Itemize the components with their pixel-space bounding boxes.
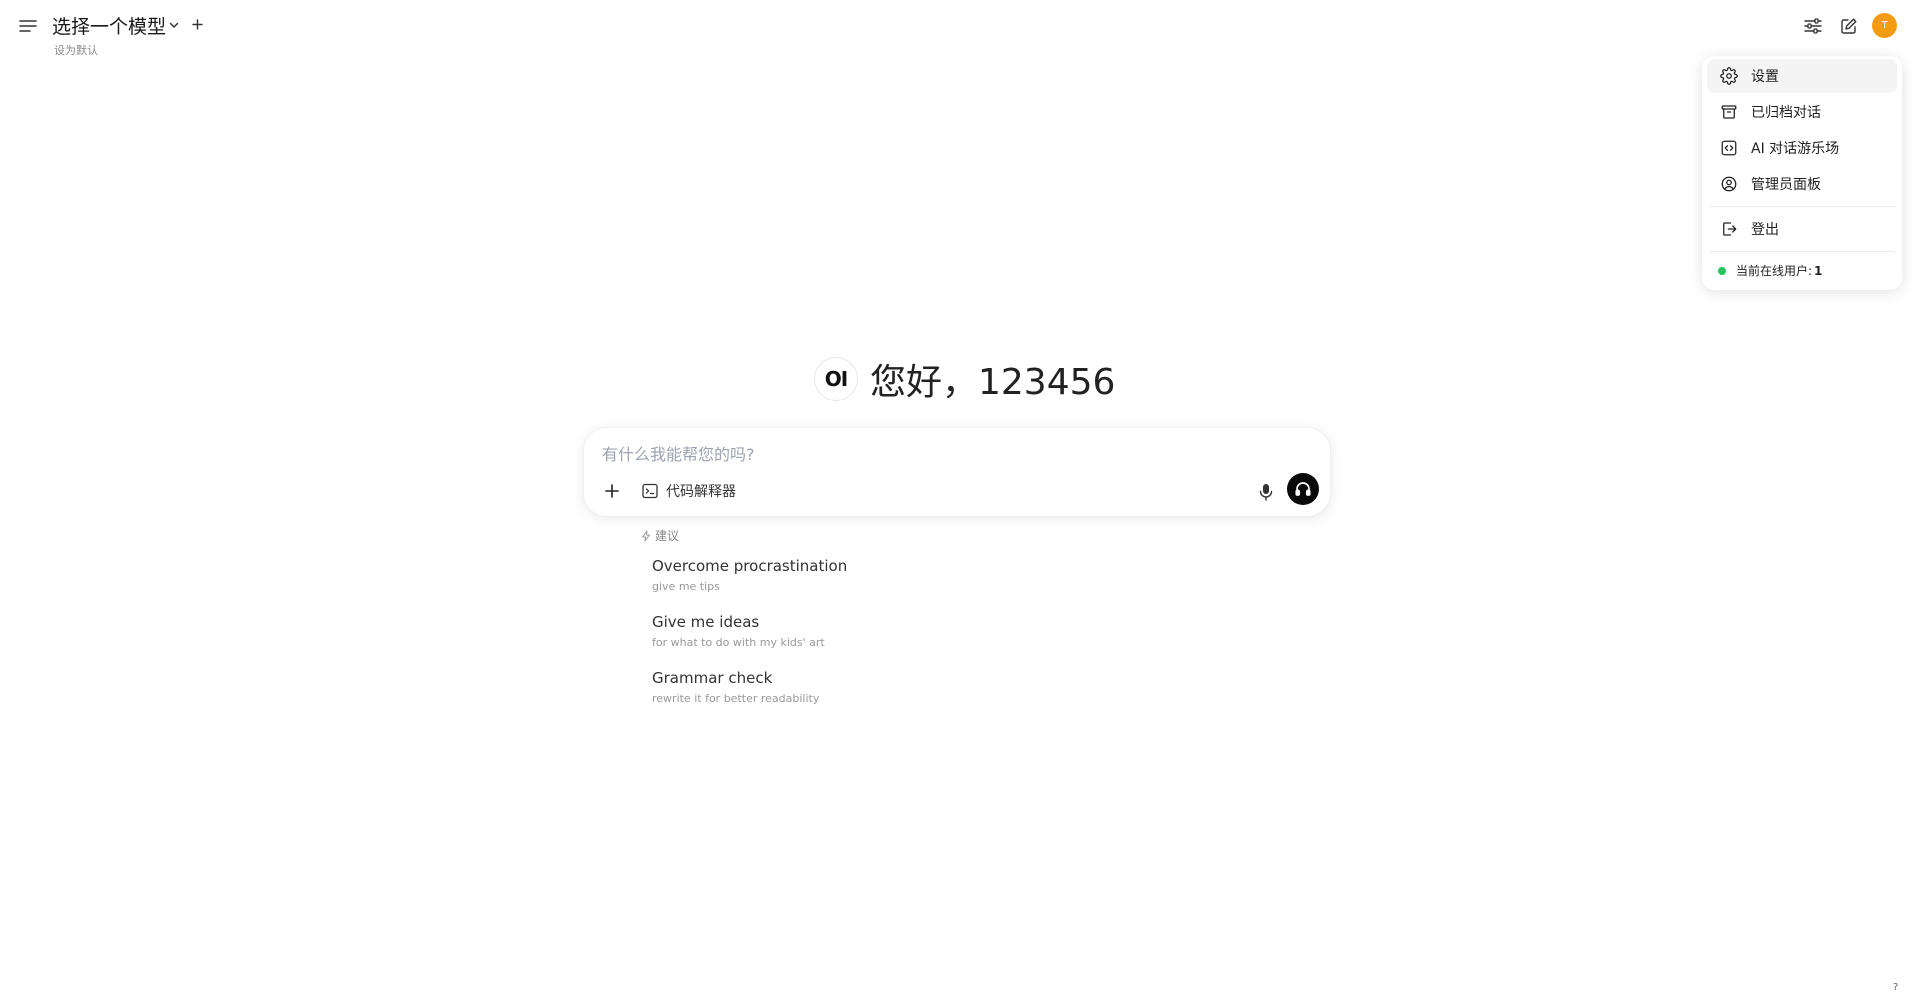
suggestion-title: Grammar check <box>652 669 773 687</box>
model-selector[interactable]: 选择一个模型 <box>52 12 166 39</box>
logout-icon <box>1719 219 1739 239</box>
add-model-button[interactable] <box>189 16 205 32</box>
suggestions-label: 建议 <box>655 529 680 543</box>
sliders-icon <box>1804 18 1822 34</box>
archive-icon <box>1719 102 1739 122</box>
chevron-down-icon[interactable] <box>166 17 182 33</box>
online-status-dot <box>1718 266 1726 275</box>
suggestion-subtitle: for what to do with my kids' art <box>652 636 825 649</box>
headphones-icon <box>1294 480 1312 498</box>
microphone-icon <box>1259 483 1273 501</box>
greeting: OI 您好，123456 <box>814 353 1115 405</box>
terminal-icon <box>642 483 658 499</box>
menu-item-archived-chats[interactable]: 已归档对话 <box>1707 95 1897 129</box>
suggestion-item[interactable]: Grammar check rewrite it for better read… <box>652 669 819 705</box>
chat-input[interactable] <box>600 440 1264 468</box>
suggestion-title: Overcome procrastination <box>652 557 848 575</box>
voice-input-button[interactable] <box>1254 480 1278 504</box>
suggestion-item[interactable]: Give me ideas for what to do with my kid… <box>652 613 825 649</box>
user-menu: 设置 已归档对话 AI 对话游乐场 管理员面板 登出 当前在线用户: 1 <box>1702 56 1902 290</box>
attach-button[interactable] <box>600 479 624 503</box>
controls-button[interactable] <box>1800 13 1826 39</box>
code-interpreter-label: 代码解释器 <box>666 484 736 500</box>
code-bracket-icon <box>1719 138 1739 158</box>
menu-item-label: AI 对话游乐场 <box>1751 141 1840 157</box>
app-logo: OI <box>814 357 858 401</box>
menu-item-label: 管理员面板 <box>1751 177 1821 193</box>
menu-icon <box>19 19 37 33</box>
online-users-label: 当前在线用户: <box>1736 264 1813 278</box>
suggestion-subtitle: give me tips <box>652 580 720 593</box>
menu-item-label: 登出 <box>1751 222 1779 238</box>
suggestion-subtitle: rewrite it for better readability <box>652 692 820 705</box>
set-default-link[interactable]: 设为默认 <box>54 42 98 58</box>
menu-item-admin-panel[interactable]: 管理员面板 <box>1707 167 1897 201</box>
help-button[interactable]: ? <box>1893 982 1898 993</box>
suggestions-heading: 建议 <box>641 527 679 544</box>
plus-icon <box>605 484 619 498</box>
menu-item-logout[interactable]: 登出 <box>1707 212 1897 246</box>
menu-item-settings[interactable]: 设置 <box>1707 59 1897 93</box>
voice-call-button[interactable] <box>1287 473 1319 505</box>
user-avatar[interactable]: T <box>1872 13 1897 38</box>
menu-item-label: 已归档对话 <box>1751 105 1821 121</box>
suggestion-title: Give me ideas <box>652 613 760 631</box>
edit-icon <box>1840 17 1858 35</box>
greeting-text: 您好，123456 <box>870 362 1116 403</box>
bolt-icon <box>641 530 651 542</box>
suggestion-item[interactable]: Overcome procrastination give me tips <box>652 557 847 593</box>
menu-divider <box>1710 251 1894 252</box>
sidebar-toggle-button[interactable] <box>16 14 40 38</box>
online-users-count: 1 <box>1814 263 1823 278</box>
menu-divider <box>1710 206 1894 207</box>
gear-icon <box>1719 66 1739 86</box>
code-interpreter-toggle[interactable]: 代码解释器 <box>642 478 736 504</box>
chat-input-box: 代码解释器 <box>583 427 1331 517</box>
user-circle-icon <box>1719 174 1739 194</box>
menu-item-label: 设置 <box>1751 69 1779 85</box>
online-users-status: 当前在线用户: 1 <box>1718 262 1822 279</box>
new-chat-button[interactable] <box>1836 13 1862 39</box>
menu-item-playground[interactable]: AI 对话游乐场 <box>1707 131 1897 165</box>
